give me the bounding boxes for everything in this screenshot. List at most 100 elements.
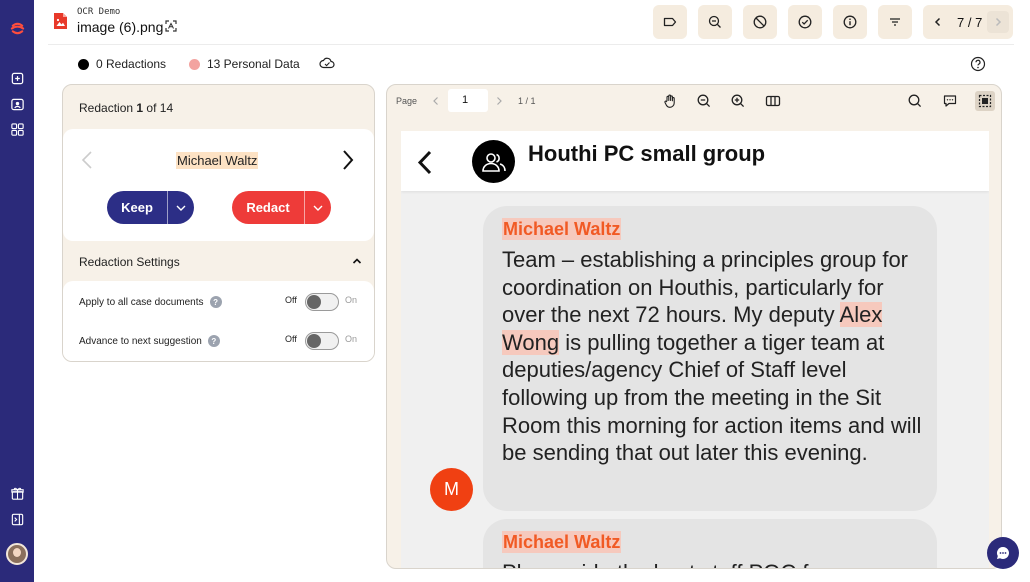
redact-button[interactable]: Redact [232, 191, 304, 224]
document-page: Houthi PC small group Michael Waltz Team… [401, 131, 989, 568]
group-people-icon [481, 152, 506, 172]
zoom-in-icon [731, 94, 745, 108]
hand-icon [664, 94, 675, 108]
message-sender[interactable]: Michael Waltz [502, 218, 622, 240]
scan-frame-icon[interactable] [165, 20, 177, 32]
redact-split-button: Redact [232, 191, 331, 224]
help-icon[interactable] [970, 56, 986, 72]
previous-page-icon[interactable] [431, 95, 441, 107]
search-button[interactable] [905, 91, 925, 111]
comment-button[interactable] [940, 91, 960, 111]
message-text: Team – establishing a principles group f… [502, 246, 922, 467]
cloud-sync-icon[interactable] [319, 56, 335, 70]
document-viewer: Page 1 1 / 1 Houthi PC small group Micha… [386, 84, 1002, 569]
user-avatar[interactable] [6, 543, 28, 565]
search-icon [908, 94, 922, 108]
filter-icon [890, 18, 900, 26]
message-text-part: is pulling together a tiger team at depu… [502, 329, 922, 466]
redaction-total: 14 [159, 101, 174, 115]
redaction-counter-prefix: Redaction [79, 101, 134, 115]
sender-avatar: M [430, 468, 473, 511]
settings-body: Apply to all case documents ? Off On Adv… [63, 281, 374, 361]
redactions-stat[interactable]: 0 Redactions [78, 57, 166, 71]
page-count: 1 / 1 [518, 96, 536, 106]
setting-advance-next-label: Advance to next suggestion [79, 335, 202, 347]
redaction-counter: Redaction 1 of 14 [79, 101, 173, 115]
contact-card-icon[interactable] [9, 96, 25, 112]
group-avatar [472, 140, 515, 183]
chevron-left-icon [934, 17, 941, 27]
settings-section-title[interactable]: Redaction Settings [79, 255, 180, 269]
image-file-icon [54, 13, 67, 29]
new-document-icon[interactable] [9, 70, 25, 86]
filter-button[interactable] [878, 5, 912, 39]
zoom-out-icon [697, 94, 711, 108]
left-rail [0, 0, 34, 582]
toggle-on-label: On [345, 334, 358, 344]
setting-apply-all: Apply to all case documents ? Off On [79, 293, 369, 313]
chat-header: Houthi PC small group [401, 131, 989, 191]
setting-label: Advance to next suggestion ? [79, 335, 220, 347]
suggestion-card: Michael Waltz Keep Redact [63, 129, 374, 241]
toggle-knob [307, 334, 321, 348]
keep-button[interactable]: Keep [107, 191, 167, 224]
back-arrow-icon [417, 150, 432, 175]
redaction-counter-of: of [143, 101, 160, 115]
document-pager: 7 / 7 [923, 5, 1013, 39]
page-layout-button[interactable] [763, 91, 783, 111]
personal-data-dot [189, 58, 200, 70]
grid-apps-icon[interactable] [9, 121, 25, 137]
brand-logo-icon[interactable] [9, 20, 25, 36]
previous-suggestion-icon[interactable] [80, 150, 94, 170]
workspace-label: OCR Demo [77, 7, 121, 17]
personal-data-stat[interactable]: 13 Personal Data [189, 57, 300, 71]
next-document-button[interactable] [987, 11, 1009, 33]
chevron-down-icon [176, 205, 185, 211]
support-chat-button[interactable] [987, 537, 1019, 569]
message-text: Pls provide the best staff POC for [502, 559, 828, 568]
info-button[interactable] [833, 5, 867, 39]
label-button[interactable] [653, 5, 687, 39]
personal-data-count: 13 Personal Data [207, 57, 300, 71]
search-zoom-button[interactable] [698, 5, 732, 39]
chevron-down-icon [313, 205, 322, 211]
redaction-panel: Redaction 1 of 14 Michael Waltz Keep Red… [62, 84, 375, 362]
keep-split-button: Keep [107, 191, 194, 224]
toggle-knob [307, 295, 321, 309]
advance-next-toggle[interactable] [305, 332, 339, 350]
keep-options-button[interactable] [167, 191, 193, 224]
message-sender[interactable]: Michael Waltz [502, 531, 622, 553]
message-bubble: Michael Waltz Team – establishing a prin… [483, 206, 937, 511]
next-page-icon[interactable] [494, 95, 504, 107]
group-name: Houthi PC small group [528, 141, 766, 166]
area-select-icon [978, 94, 992, 108]
app-window: OCR Demo image (6).png 7 / 7 0 Redaction… [0, 0, 1030, 582]
redact-options-button[interactable] [304, 191, 330, 224]
page-number-input[interactable]: 1 [448, 89, 488, 112]
question-icon[interactable]: ? [209, 296, 222, 308]
apply-all-toggle[interactable] [305, 293, 339, 311]
redactions-count: 0 Redactions [96, 57, 167, 71]
message-bubble: Michael Waltz Pls provide the best staff… [483, 519, 937, 568]
next-suggestion-icon[interactable] [341, 149, 355, 171]
area-select-button[interactable] [975, 91, 995, 111]
info-icon [843, 15, 857, 29]
entity-name: Michael Waltz [176, 152, 259, 169]
toggle-off-label: Off [285, 295, 297, 305]
sidebar-toggle-icon[interactable] [9, 511, 25, 527]
zoom-out-button[interactable] [694, 91, 714, 111]
block-button[interactable] [743, 5, 777, 39]
question-icon[interactable]: ? [207, 335, 220, 347]
chat-bubble-icon [996, 547, 1009, 559]
chevron-right-icon [995, 17, 1002, 27]
pan-tool-button[interactable] [660, 91, 680, 111]
chevron-up-icon[interactable] [352, 257, 362, 265]
approve-button[interactable] [788, 5, 822, 39]
zoom-in-button[interactable] [728, 91, 748, 111]
gift-icon[interactable] [9, 485, 25, 501]
toggle-off-label: Off [285, 334, 297, 344]
setting-label: Apply to all case documents ? [79, 296, 222, 308]
page-label: Page [396, 96, 418, 106]
previous-document-button[interactable] [929, 13, 947, 31]
file-name: image (6).png [77, 19, 164, 35]
